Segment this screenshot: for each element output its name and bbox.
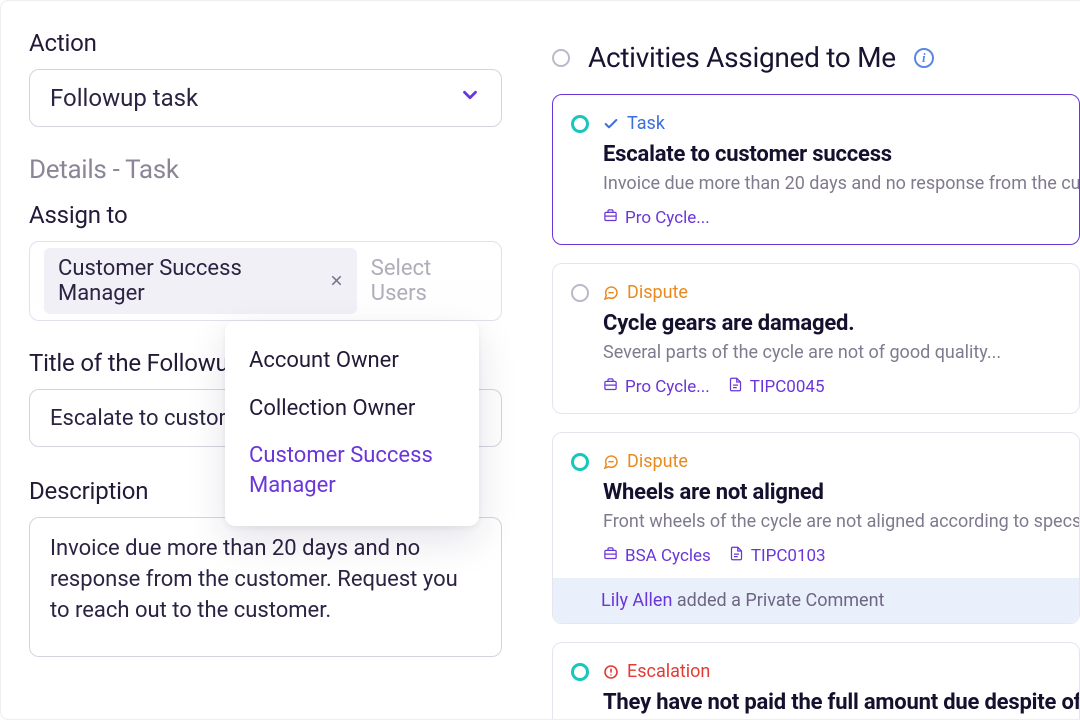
card-title: They have not paid the full amount due d… [603,690,1079,715]
action-field-label: Action [29,29,502,57]
assign-field-label: Assign to [29,201,502,229]
card-meta-row: BSA Cycles TIPC0103 [603,546,1079,566]
card-type-row: Task [603,113,1079,134]
assignee-chip[interactable]: Customer Success Manager [44,248,357,314]
comment-user: Lily Allen [601,590,672,611]
activities-heading: Activities Assigned to Me [588,41,896,74]
dispute-icon [603,454,619,470]
assignee-dropdown[interactable]: Account OwnerCollection OwnerCustomer Su… [225,321,479,526]
card-type-label: Dispute [627,282,688,303]
card-title: Escalate to customer success [603,142,1079,167]
card-title: Wheels are not aligned [603,480,1079,505]
activities-panel: Activities Assigned to Me i Task Escalate… [530,0,1080,720]
task-form-panel: Action Followup task Details - Task Assi… [0,0,530,720]
card-reference[interactable]: TIPC0045 [728,377,825,397]
fade-overlay [530,1,554,719]
assign-to-input[interactable]: Customer Success Manager Select Users [29,241,502,321]
description-textarea[interactable]: Invoice due more than 20 days and no res… [29,517,502,657]
details-section-heading: Details - Task [29,155,502,185]
followup-title-value: Escalate to customer success [50,406,230,431]
card-type-row: Dispute [603,282,1079,303]
card-description: Invoice due more than 20 days and no res… [603,173,1079,194]
card-type-row: Escalation [603,661,1079,682]
card-org[interactable]: Pro Cycle... [603,208,710,228]
briefcase-icon [603,377,618,397]
card-radio[interactable] [571,284,589,302]
document-icon [729,546,744,566]
card-type-label: Escalation [627,661,710,682]
comment-text: added a Private Comment [672,590,884,611]
briefcase-icon [603,208,618,228]
document-icon [728,377,743,397]
card-radio[interactable] [571,115,589,133]
card-radio[interactable] [571,453,589,471]
assignee-option[interactable]: Account Owner [225,337,479,385]
card-type-label: Task [627,113,665,134]
card-type-row: Dispute [603,451,1079,472]
remove-chip-icon[interactable] [330,272,343,291]
card-reference[interactable]: TIPC0103 [729,546,826,566]
header-radio[interactable] [552,49,570,67]
action-select[interactable]: Followup task [29,69,502,127]
assignee-chip-label: Customer Success Manager [58,256,320,306]
card-description: Several parts of the cycle are not of go… [603,342,1079,363]
card-meta-row: Pro Cycle... TIPC0045 [603,377,1079,397]
assignee-option[interactable]: Collection Owner [225,385,479,433]
card-org[interactable]: BSA Cycles [603,546,711,566]
card-org[interactable]: Pro Cycle... [603,377,710,397]
dispute-icon [603,285,619,301]
chevron-down-icon [459,84,481,112]
card-title: Cycle gears are damaged. [603,311,1079,336]
activity-card[interactable]: Task Escalate to customer success Invoice … [552,94,1080,245]
assignee-option[interactable]: Customer Success Manager [225,432,479,509]
assign-placeholder: Select Users [371,256,487,306]
card-radio[interactable] [571,663,589,681]
card-type-label: Dispute [627,451,688,472]
comment-strip: Lily Allen added a Private Comment [553,578,1079,623]
action-select-value: Followup task [50,84,198,112]
card-description: Front wheels of the cycle are not aligne… [603,511,1079,532]
activity-card[interactable]: Escalation They have not paid the full am… [552,642,1080,720]
card-meta-row: Pro Cycle... [603,208,1079,228]
task-icon [603,116,619,132]
escalation-icon [603,664,619,680]
description-value: Invoice due more than 20 days and no res… [50,536,458,623]
activities-header: Activities Assigned to Me i [552,41,1080,74]
activity-card[interactable]: Dispute Cycle gears are damaged. Several p… [552,263,1080,414]
activity-card[interactable]: Dispute Wheels are not aligned Front wheel… [552,432,1080,624]
info-icon[interactable]: i [914,48,934,68]
briefcase-icon [603,546,618,566]
